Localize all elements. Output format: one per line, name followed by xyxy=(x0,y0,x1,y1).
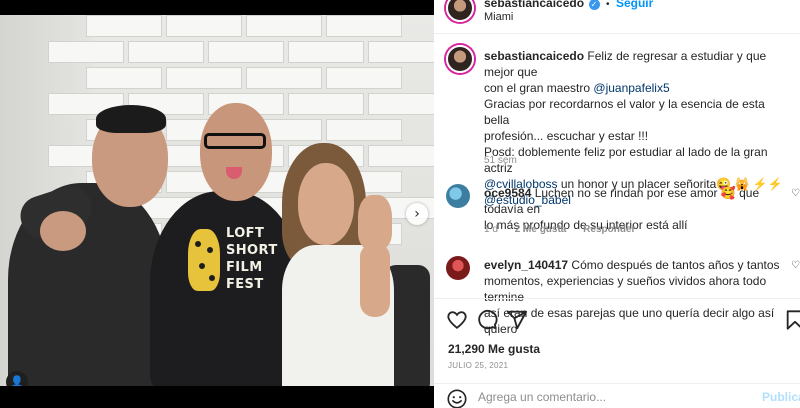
post-date[interactable]: JULIO 25, 2021 xyxy=(448,361,508,370)
verified-icon: ✓ xyxy=(588,0,600,10)
jaguar-logo-icon xyxy=(188,229,220,291)
publish-button[interactable]: Publicar xyxy=(762,390,800,404)
comment-input[interactable] xyxy=(478,386,748,408)
comment-avatar[interactable] xyxy=(446,256,470,280)
caption-avatar[interactable] xyxy=(446,45,474,73)
bookmark-icon[interactable] xyxy=(784,309,800,331)
comment-like-heart-icon[interactable]: ♡ xyxy=(791,188,800,199)
comment-time[interactable]: 1 d xyxy=(484,224,498,235)
caption-timestamp[interactable]: 51 sem xyxy=(484,155,517,166)
comment-icon[interactable] xyxy=(476,309,498,331)
peace-sign-hand xyxy=(358,195,392,249)
person-right-arm xyxy=(360,243,390,317)
emoji-icon[interactable] xyxy=(446,388,468,408)
add-comment-bar: Publicar xyxy=(434,383,800,408)
follow-button[interactable]: Seguir xyxy=(616,0,653,10)
tshirt-logo: LOFT SHORT FILM FEST xyxy=(188,225,278,307)
caption-text: Gracias por recordarnos el valor y la es… xyxy=(484,97,765,127)
comment-avatar[interactable] xyxy=(446,184,470,208)
separator-dot: • xyxy=(605,0,610,10)
post-header: sebastiancaicedo ✓ • Seguir Miami xyxy=(434,0,800,34)
caption-text: con el gran maestro xyxy=(484,81,594,95)
share-icon[interactable] xyxy=(506,309,528,331)
tshirt-logo-text: LOFT SHORT FILM FEST xyxy=(226,226,278,292)
person-left-hair xyxy=(96,105,166,133)
post-panel: sebastiancaicedo ✓ • Seguir Miami sebast… xyxy=(434,0,800,408)
post-photo[interactable]: LOFT SHORT FILM FEST › 👤 xyxy=(0,15,434,386)
comment-like-heart-icon[interactable]: ♡ xyxy=(791,260,800,271)
person-center-head xyxy=(200,103,272,201)
caption-username-link[interactable]: sebastiancaicedo xyxy=(484,49,584,63)
location-link[interactable]: Miami xyxy=(484,11,513,23)
comment-likes-button[interactable]: 2 Me gusta xyxy=(515,224,567,235)
comment-username-link[interactable]: evelyn_140417 xyxy=(484,258,568,272)
likes-count[interactable]: 21,290 Me gusta xyxy=(448,342,540,356)
post-actions: 21,290 Me gusta JULIO 25, 2021 Publicar xyxy=(434,298,800,408)
post-caption: sebastiancaicedo Feliz de regresar a est… xyxy=(484,48,789,208)
person-left-hand xyxy=(40,211,86,251)
glasses xyxy=(204,133,266,149)
user-tag-button[interactable]: 👤 xyxy=(6,371,28,386)
next-photo-button[interactable]: › xyxy=(406,203,428,225)
chevron-right-icon: › xyxy=(414,206,420,222)
caption-text: profesión... escuchar y estar !!! xyxy=(484,129,649,143)
avatar[interactable] xyxy=(446,0,474,22)
comment-reply-button[interactable]: Responder xyxy=(583,224,635,235)
comment-username-link[interactable]: oce9584 xyxy=(484,186,531,200)
mention-link[interactable]: @juanpafelix5 xyxy=(593,81,669,95)
heart-icon[interactable] xyxy=(446,309,468,331)
caption-text: Posd: doblemente feliz por estudiar al l… xyxy=(484,145,768,175)
username-link[interactable]: sebastiancaicedo xyxy=(484,0,584,10)
comment-meta: 1 d 2 Me gusta Responder xyxy=(484,224,649,235)
user-tag-icon: 👤 xyxy=(10,375,24,386)
person-right-face xyxy=(298,163,354,245)
